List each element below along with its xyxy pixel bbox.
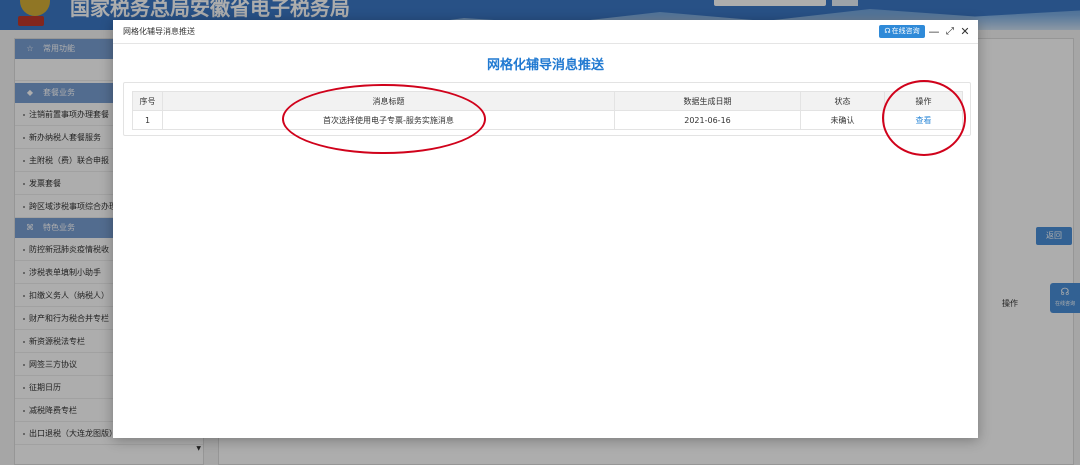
maximize-icon[interactable]: ⤢ <box>944 20 956 44</box>
table-row[interactable]: 1 首次选择使用电子专票-服务实施消息 2021-06-16 未确认 查看 <box>132 110 963 130</box>
dialog-header: 网格化辅导消息推送 ☊在线咨询 — ⤢ ✕ <box>113 20 978 44</box>
online-consult-button[interactable]: ☊在线咨询 <box>879 25 925 38</box>
table-header-row: 序号 消息标题 数据生成日期 状态 操作 <box>132 91 963 111</box>
view-link[interactable]: 查看 <box>884 110 963 130</box>
message-push-dialog: 网格化辅导消息推送 ☊在线咨询 — ⤢ ✕ 网格化辅导消息推送 序号 消息标题 … <box>113 20 978 438</box>
message-table: 序号 消息标题 数据生成日期 状态 操作 1 首次选择使用电子专票-服务实施消息… <box>132 91 963 130</box>
column-header-action: 操作 <box>884 91 963 111</box>
column-header-status: 状态 <box>800 91 885 111</box>
dialog-title: 网格化辅导消息推送 <box>123 27 195 36</box>
headset-icon: ☊ <box>884 27 891 35</box>
column-header-title: 消息标题 <box>162 91 615 111</box>
column-header-index: 序号 <box>132 91 163 111</box>
cell-status: 未确认 <box>800 110 885 130</box>
cell-date: 2021-06-16 <box>614 110 801 130</box>
minimize-icon[interactable]: — <box>928 20 940 44</box>
cell-index: 1 <box>132 110 163 130</box>
dialog-heading: 网格化辅导消息推送 <box>486 58 604 73</box>
cell-title: 首次选择使用电子专票-服务实施消息 <box>162 110 615 130</box>
close-icon[interactable]: ✕ <box>959 20 971 44</box>
message-table-container: 序号 消息标题 数据生成日期 状态 操作 1 首次选择使用电子专票-服务实施消息… <box>123 82 971 136</box>
column-header-date: 数据生成日期 <box>614 91 801 111</box>
online-consult-label: 在线咨询 <box>891 27 920 35</box>
